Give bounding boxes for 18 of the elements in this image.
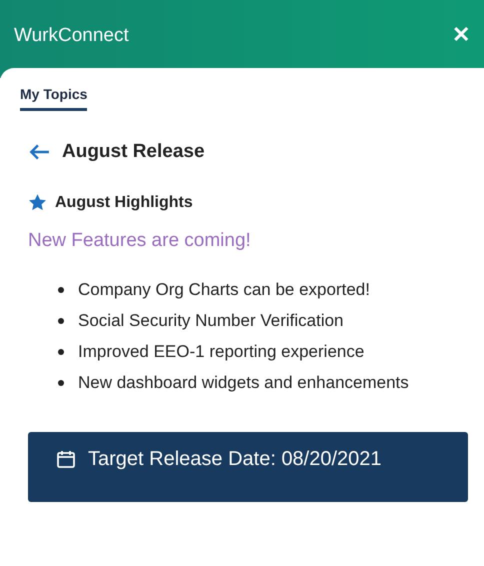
calendar-icon — [56, 449, 76, 469]
page-title: August Release — [62, 141, 205, 163]
feature-item: New dashboard widgets and enhancements — [78, 372, 409, 394]
tab[interactable]: My Topics — [20, 78, 88, 111]
close-button[interactable]: ✕ — [452, 22, 470, 48]
release-date-banner[interactable]: Target Release Date: 08/20/2021 — [28, 432, 468, 502]
app-title: WurkConnect — [14, 25, 129, 47]
bullet-icon — [58, 380, 64, 386]
feature-item: Social Security Number Verification — [78, 310, 344, 332]
bullet-icon — [58, 349, 64, 355]
back-arrow-icon[interactable] — [28, 143, 50, 161]
bullet-icon — [58, 287, 64, 293]
section-heading: August Highlights — [55, 194, 193, 212]
feature-item: Company Org Charts can be exported! — [78, 279, 370, 301]
subtitle: New Features are coming! — [28, 230, 252, 252]
bullet-icon — [58, 318, 64, 324]
feature-item: Improved EEO-1 reporting experience — [78, 341, 364, 363]
star-icon — [28, 193, 47, 212]
